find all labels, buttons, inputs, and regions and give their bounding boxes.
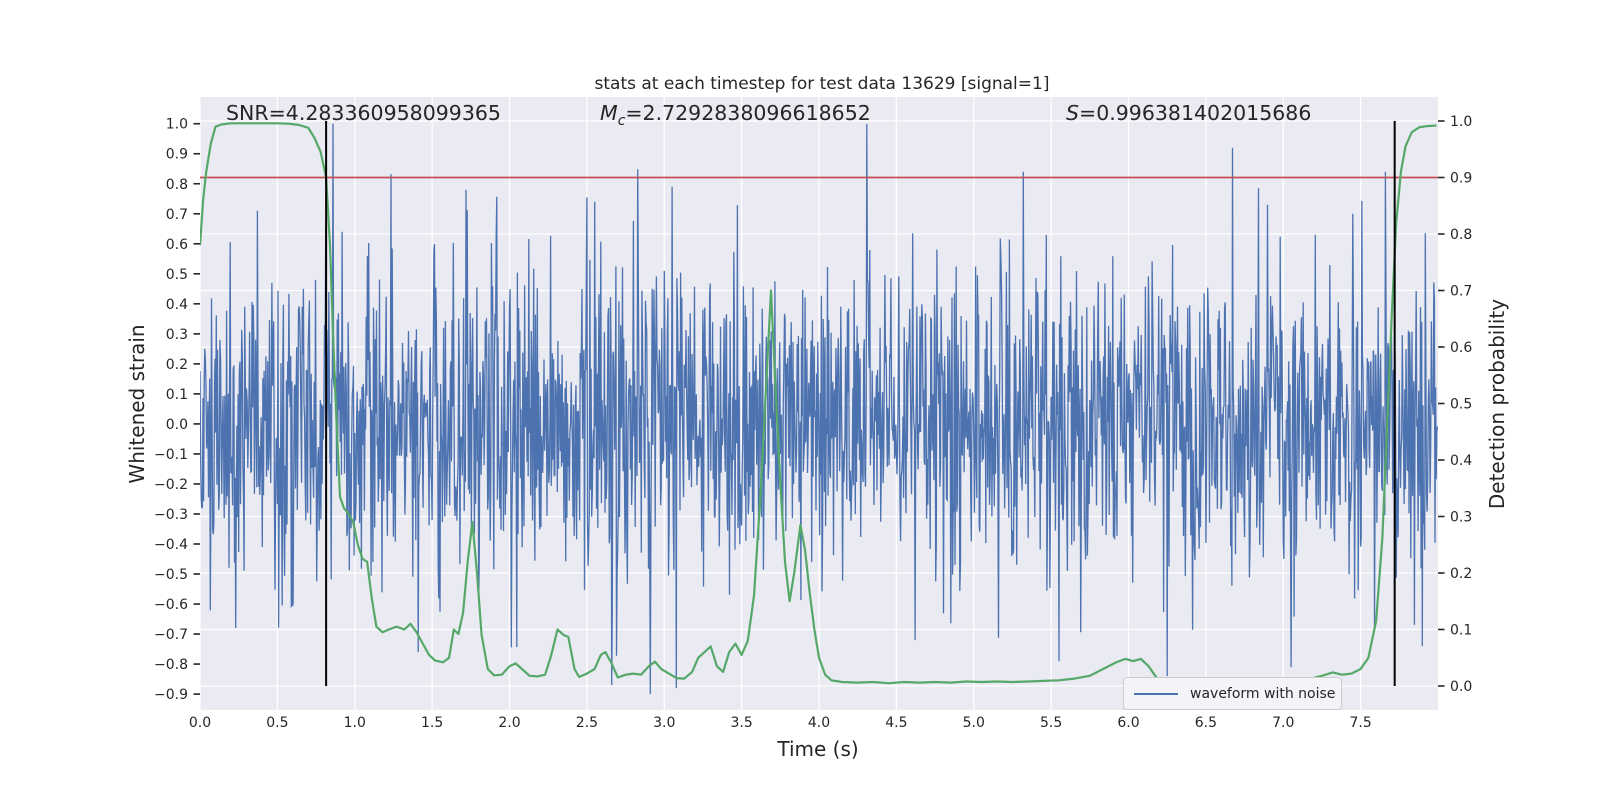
left-tick-label: 0.4 (166, 297, 188, 313)
left-tick-label: 1.0 (166, 117, 188, 133)
annotation-s-statistic: S=0.996381402015686 (1066, 101, 1311, 125)
annotation-mc-name: M (600, 101, 618, 125)
legend-line-swatch (1134, 692, 1178, 695)
right-tick-label: 0.7 (1450, 284, 1472, 300)
x-tick-label: 6.0 (1117, 715, 1139, 731)
right-tick-label: 0.2 (1450, 566, 1472, 582)
left-y-axis-label: Whitened strain (125, 324, 149, 484)
right-tick-label: 0.4 (1450, 453, 1472, 469)
legend: waveform with noise (1123, 677, 1342, 710)
x-tick-label: 1.0 (344, 715, 366, 731)
chart-title: stats at each timestep for test data 136… (594, 74, 1050, 94)
x-tick-label: 5.0 (963, 715, 985, 731)
right-tick-label: 0.9 (1450, 171, 1472, 187)
right-y-axis-label: Detection probability (1485, 298, 1509, 510)
left-tick-label: 0.5 (166, 267, 188, 283)
right-tick-label: 0.8 (1450, 227, 1472, 243)
annotation-s-name: S (1066, 101, 1080, 125)
right-tick-label: 0.3 (1450, 509, 1472, 525)
x-tick-label: 3.0 (653, 715, 675, 731)
left-tick-label: 0.9 (166, 147, 188, 163)
left-tick-label: −0.4 (154, 537, 188, 553)
left-tick-label: 0.3 (166, 327, 188, 343)
left-tick-label: −0.7 (154, 627, 188, 643)
x-tick-label: 4.0 (808, 715, 830, 731)
annotation-snr-name: SNR (226, 101, 269, 125)
x-tick-label: 0.5 (266, 715, 288, 731)
legend-label: waveform with noise (1190, 685, 1336, 702)
x-tick-label: 2.5 (576, 715, 598, 731)
annotation-snr-value: =4.283360958099365 (268, 101, 501, 125)
left-tick-label: 0.2 (166, 357, 188, 373)
x-tick-label: 0.0 (189, 715, 211, 731)
x-axis-label: Time (s) (777, 737, 859, 761)
left-tick-label: −0.1 (154, 447, 188, 463)
x-tick-label: 7.5 (1349, 715, 1371, 731)
left-tick-label: −0.6 (154, 597, 188, 613)
annotation-mc-value: =2.7292838096618652 (625, 101, 871, 125)
left-tick-label: −0.9 (154, 687, 188, 703)
left-tick-label: 0.0 (166, 417, 188, 433)
right-tick-label: 0.5 (1450, 397, 1472, 413)
annotation-snr: SNR=4.283360958099365 (226, 101, 501, 125)
right-tick-label: 0.1 (1450, 622, 1472, 638)
annotation-s-value: =0.996381402015686 (1079, 101, 1312, 125)
x-tick-label: 4.5 (885, 715, 907, 731)
left-tick-label: 0.1 (166, 387, 188, 403)
right-tick-label: 0.0 (1450, 679, 1472, 695)
x-tick-label: 7.0 (1272, 715, 1294, 731)
x-tick-label: 3.5 (730, 715, 752, 731)
left-tick-label: −0.5 (154, 567, 188, 583)
annotation-chirp-mass: Mc=2.7292838096618652 (600, 101, 871, 129)
left-tick-label: −0.3 (154, 507, 188, 523)
left-tick-label: 0.6 (166, 237, 188, 253)
x-tick-label: 5.5 (1040, 715, 1062, 731)
x-tick-label: 2.0 (498, 715, 520, 731)
x-tick-label: 1.5 (421, 715, 443, 731)
left-tick-label: −0.2 (154, 477, 188, 493)
right-tick-label: 1.0 (1450, 114, 1472, 130)
left-tick-label: 0.8 (166, 177, 188, 193)
x-tick-label: 6.5 (1195, 715, 1217, 731)
left-tick-label: 0.7 (166, 207, 188, 223)
figure: 1.0 0.9 0.8 0.7 0.6 0.5 0.4 0.3 0.2 0.1 0.0 −0.1 −0.… (0, 0, 1600, 800)
right-tick-label: 0.6 (1450, 340, 1472, 356)
left-tick-label: −0.8 (154, 657, 188, 673)
